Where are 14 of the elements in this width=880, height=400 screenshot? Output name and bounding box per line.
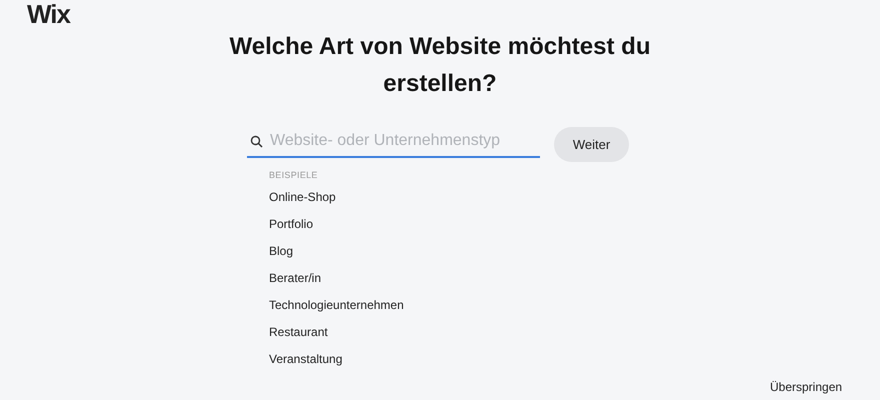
skip-link[interactable]: Überspringen xyxy=(770,380,842,394)
search-field[interactable]: Website- oder Unternehmenstyp xyxy=(247,126,540,158)
section-label: BEISPIELE xyxy=(269,170,319,180)
example-option[interactable]: Veranstaltung xyxy=(269,346,540,373)
example-option[interactable]: Online-Shop xyxy=(269,184,540,211)
example-option[interactable]: Restaurant xyxy=(269,319,540,346)
search-icon xyxy=(250,134,263,148)
example-option[interactable]: Berater/in xyxy=(269,265,540,292)
example-option[interactable]: Blog xyxy=(269,238,540,265)
continue-button[interactable]: Weiter xyxy=(554,127,629,162)
logo: Wix xyxy=(27,2,70,26)
example-option[interactable]: Technologieunternehmen xyxy=(269,292,540,319)
example-option[interactable]: Portfolio xyxy=(269,211,540,238)
page-heading: Welche Art von Website möchtest du erstellen? xyxy=(228,32,652,99)
